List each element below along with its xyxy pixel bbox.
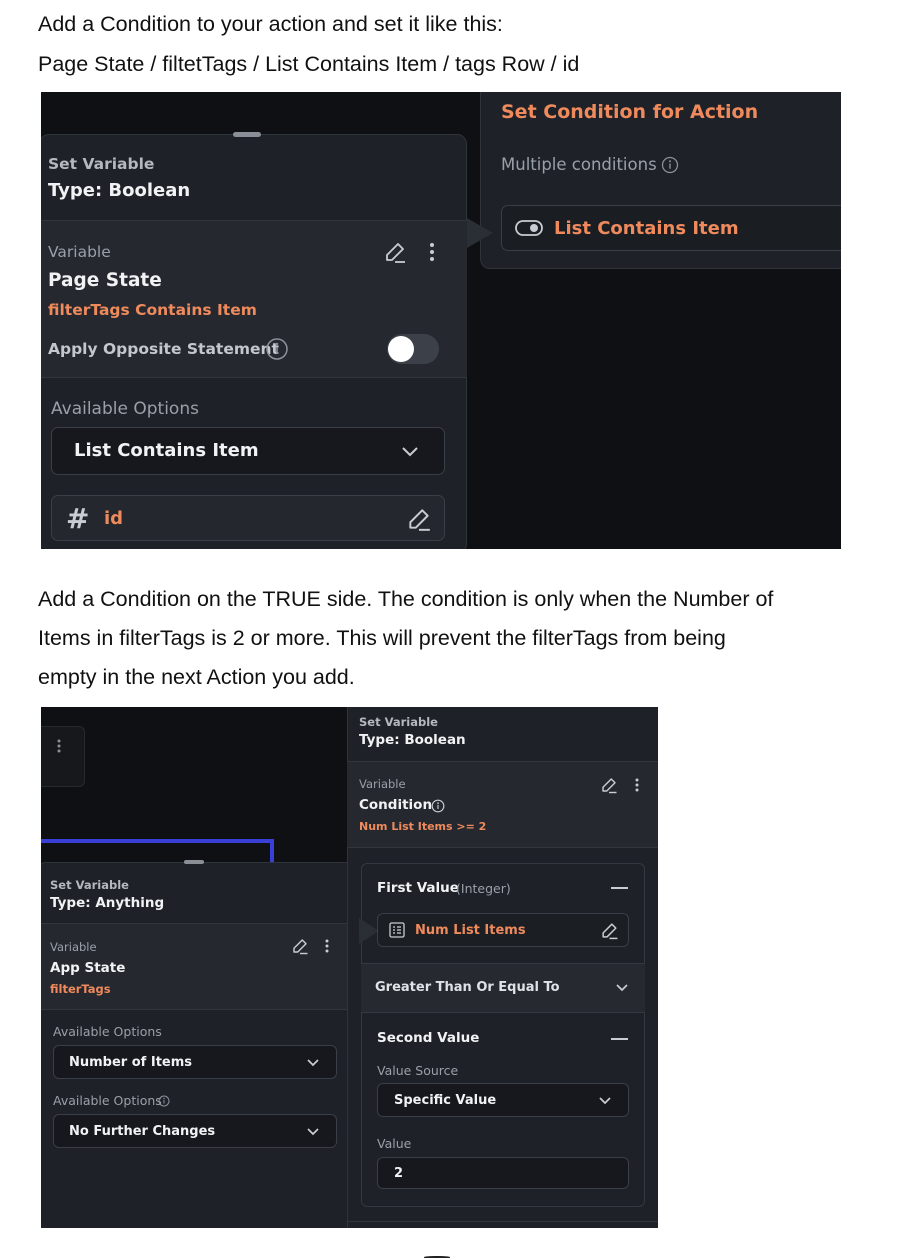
id-value: id (104, 508, 124, 529)
divider (347, 761, 658, 762)
minus-icon[interactable] (611, 1038, 628, 1040)
chevron-down-icon (307, 1128, 319, 1136)
paragraph-2-line-3: empty in the next Action you add. (38, 665, 355, 689)
divider (41, 1009, 353, 1010)
left-variable-value: App State (50, 960, 126, 976)
condition-chip-label: List Contains Item (554, 218, 739, 239)
id-field[interactable]: # id (51, 495, 445, 541)
right-header-label: Set Variable (359, 715, 438, 729)
drag-handle[interactable] (184, 860, 204, 864)
left-options-1-value: Number of Items (69, 1055, 193, 1070)
more-vert-icon[interactable] (634, 777, 640, 793)
minus-icon[interactable] (611, 887, 628, 889)
value-label: Value (377, 1136, 412, 1151)
card-header-label: Set Variable (48, 155, 155, 173)
multiple-conditions-label: Multiple conditions (501, 155, 657, 174)
left-variable-label: Variable (50, 940, 97, 954)
right-variable-sub: Num List Items >= 2 (359, 820, 487, 833)
condition-chip[interactable]: List Contains Item (501, 205, 841, 251)
info-icon[interactable] (431, 799, 445, 813)
more-vert-icon[interactable] (56, 738, 62, 754)
left-variable-sub: filterTags (50, 982, 111, 996)
chevron-down-icon (616, 984, 628, 992)
divider (41, 377, 467, 378)
connector-arrow (359, 918, 379, 944)
left-options-1-dropdown[interactable]: Number of Items (53, 1045, 337, 1079)
left-options-2-value: No Further Changes (69, 1124, 216, 1139)
opposite-statement-label: Apply Opposite Statement (48, 340, 279, 358)
instruction-line-1: Add a Condition to your action and set i… (38, 12, 503, 36)
paragraph-2-line-1: Add a Condition on the TRUE side. The co… (38, 587, 774, 611)
chevron-down-icon (402, 447, 418, 457)
condition-title: Set Condition for Action (501, 101, 759, 123)
edit-pencil-icon[interactable] (406, 506, 432, 532)
info-icon[interactable] (265, 337, 289, 361)
variable-value: Page State (48, 270, 162, 291)
instruction-line-2: Page State / filtetTags / List Contains … (38, 52, 580, 76)
edit-pencil-icon[interactable] (600, 776, 618, 794)
value-input[interactable]: 2 (377, 1157, 629, 1189)
ghost-node (41, 726, 85, 787)
hash-icon: # (66, 502, 90, 535)
card-header-type: Type: Boolean (48, 180, 191, 201)
connector-line (41, 839, 274, 843)
edit-pencil-icon[interactable] (291, 937, 309, 955)
list-icon (389, 922, 405, 938)
divider (41, 220, 467, 221)
left-options-2-dropdown[interactable]: No Further Changes (53, 1114, 337, 1148)
second-value-label: Second Value (377, 1030, 480, 1046)
page-number-fragment (424, 1250, 454, 1260)
right-header-type: Type: Boolean (359, 732, 466, 748)
value-source-value: Specific Value (394, 1093, 497, 1108)
more-vert-icon[interactable] (427, 240, 437, 264)
value-source-dropdown[interactable]: Specific Value (377, 1083, 629, 1117)
more-vert-icon[interactable] (324, 938, 330, 954)
first-value-chip-label: Num List Items (415, 923, 526, 938)
operator-dropdown[interactable]: Greater Than Or Equal To (361, 963, 645, 1013)
screenshot-set-condition: Set Variable Type: Boolean Variable Page… (41, 92, 841, 549)
paragraph-2-line-2: Items in filterTags is 2 or more. This w… (38, 626, 726, 650)
options-dropdown-value: List Contains Item (74, 440, 259, 461)
left-options-1-label: Available Options (53, 1024, 162, 1039)
left-header-label: Set Variable (50, 878, 129, 892)
left-options-2-label: Available Options (53, 1093, 162, 1108)
opposite-toggle[interactable] (387, 334, 439, 364)
operator-value: Greater Than Or Equal To (375, 980, 560, 995)
info-icon[interactable] (661, 156, 679, 174)
chevron-down-icon (307, 1059, 319, 1067)
divider (347, 847, 658, 848)
toggle-knob (388, 336, 414, 362)
divider (347, 1221, 658, 1222)
edit-pencil-icon[interactable] (383, 240, 407, 264)
first-value-type: (Integer) (456, 881, 511, 896)
variable-sub: filterTags Contains Item (48, 301, 257, 319)
info-icon[interactable] (158, 1095, 170, 1107)
first-value-chip[interactable]: Num List Items (377, 913, 629, 947)
edit-pencil-icon[interactable] (600, 921, 619, 940)
connector-arrow (467, 218, 493, 248)
right-variable-value: Condition (359, 797, 433, 813)
screenshot-num-list-items: Set Variable Type: Anything Variable App… (41, 707, 658, 1228)
toggle-icon (515, 220, 543, 236)
first-value-label: First Value (377, 880, 459, 896)
drag-handle[interactable] (233, 132, 261, 137)
options-label: Available Options (51, 399, 199, 419)
divider (41, 923, 353, 924)
right-variable-label: Variable (359, 777, 406, 791)
value-source-label: Value Source (377, 1063, 459, 1078)
value-input-text: 2 (394, 1166, 404, 1181)
chevron-down-icon (599, 1097, 611, 1105)
variable-label: Variable (48, 243, 111, 261)
left-header-type: Type: Anything (50, 895, 165, 911)
options-dropdown[interactable]: List Contains Item (51, 427, 445, 475)
